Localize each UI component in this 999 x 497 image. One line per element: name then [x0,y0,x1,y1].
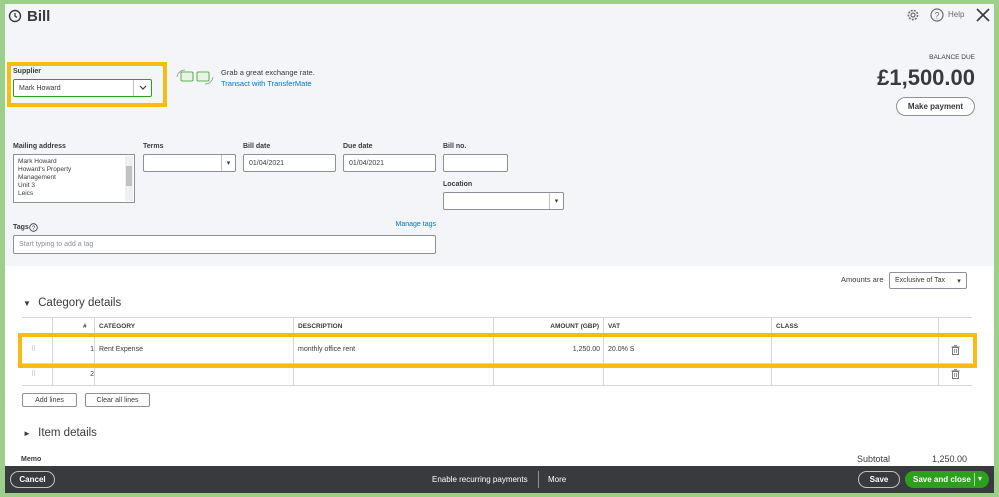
row-amount[interactable]: 1,250.00 [502,346,600,353]
collapse-icon: ▼ [23,299,31,308]
supplier-value: Mark Howard [19,84,61,92]
terms-label: Terms [143,143,164,150]
location-label: Location [443,181,473,188]
cancel-button[interactable]: Cancel [10,471,55,488]
chevron-down-icon[interactable]: ▾ [549,193,563,209]
transfermate-promo: Grab a great exchange rate. [221,68,315,77]
tags-input[interactable]: Start typing to add a tag [13,235,436,254]
save-and-close-button[interactable]: Save and close ▾ [905,471,989,488]
info-icon[interactable]: ? [29,223,38,232]
bill-date-input[interactable]: 01/04/2021 [243,154,336,172]
make-payment-button[interactable]: Make payment [896,97,975,116]
table-bottom-border [22,385,972,386]
item-details-toggle[interactable]: ► Item details [23,427,97,439]
bill-no-input[interactable] [443,154,508,172]
col-header-amount: AMOUNT (GBP) [550,323,599,330]
table-row[interactable]: ⠿ 1 Rent Expense monthly office rent 1,2… [22,337,972,363]
footer-divider [538,471,539,488]
history-icon[interactable] [8,9,22,23]
gear-icon[interactable] [906,8,920,22]
due-date-input[interactable]: 01/04/2021 [343,154,436,172]
row-category[interactable]: Rent Expense [99,346,143,353]
category-details-toggle[interactable]: ▼ Category details [23,297,121,309]
amounts-are-label: Amounts are [841,275,884,284]
row-vat[interactable]: 20.0% S [608,346,634,353]
mailing-line: Howard's Property [18,166,72,173]
drag-handle-icon[interactable]: ⠿ [31,345,36,353]
category-details-title: Category details [38,297,122,309]
location-select[interactable]: ▾ [443,192,564,210]
svg-text:?: ? [934,11,939,21]
mailing-line: Leics [18,190,34,197]
subtotal-label: Subtotal [857,454,891,464]
col-header-description: DESCRIPTION [298,323,343,330]
mailing-line: Management [18,174,56,181]
due-date-label: Due date [343,143,373,150]
footer-bar: Cancel Enable recurring payments More Sa… [5,466,994,493]
row-number: 2 [90,371,94,378]
chevron-down-icon[interactable] [133,80,151,96]
help-link[interactable]: Help [948,10,964,19]
row-description[interactable]: monthly office rent [298,346,355,353]
col-header-category: CATEGORY [99,323,136,330]
close-icon[interactable] [976,8,990,22]
row-number: 1 [90,346,94,353]
subtotal-value: 1,250.00 [931,454,967,464]
expand-icon: ► [23,429,31,438]
terms-select[interactable]: ▾ [143,154,236,172]
bill-window: Bill ? Help Supplier Mark Howard Grab a … [5,4,994,493]
table-row[interactable]: ⠿ 2 [22,364,972,385]
item-details-title: Item details [38,427,97,439]
more-button[interactable]: More [548,475,566,484]
split-divider [974,473,975,486]
page-title: Bill [27,8,51,25]
bill-date-value: 01/04/2021 [249,159,285,167]
amounts-are-select[interactable]: Exclusive of Tax ▾ [889,272,967,289]
bill-no-label: Bill no. [443,143,467,150]
tags-placeholder: Start typing to add a tag [19,241,94,248]
delete-icon[interactable] [951,345,960,355]
header-panel [5,4,994,266]
col-header-num: # [83,323,87,330]
save-and-close-label: Save and close [913,475,971,484]
col-header-vat: VAT [608,323,621,330]
drag-handle-icon[interactable]: ⠿ [31,370,36,378]
manage-tags-link[interactable]: Manage tags [365,221,436,228]
recurring-payments-button[interactable]: Enable recurring payments [432,475,528,484]
balance-due-amount: £1,500.00 [877,65,975,90]
due-date-value: 01/04/2021 [349,159,385,167]
supplier-select[interactable]: Mark Howard [13,79,152,97]
col-header-class: CLASS [776,323,799,330]
table-top-border [22,317,972,318]
mailing-address-label: Mailing address [13,143,66,150]
help-icon[interactable]: ? [930,8,944,22]
mailing-address-field[interactable]: Mark Howard Howard's Property Management… [13,154,135,203]
exchange-icon [176,69,214,85]
tags-label: Tags [13,224,29,231]
bill-date-label: Bill date [243,143,271,150]
memo-label: Memo [21,456,42,463]
mailing-line: Mark Howard [18,158,57,165]
clear-all-lines-button[interactable]: Clear all lines [85,393,150,407]
amounts-are-value: Exclusive of Tax [895,277,946,284]
mailing-line: Unit 3 [18,182,35,189]
chevron-down-icon[interactable]: ▾ [978,474,982,483]
balance-due-label: BALANCE DUE [929,54,975,61]
transfermate-link[interactable]: Transact with TransferMate [221,79,312,88]
supplier-label: Supplier [13,68,42,75]
add-lines-button[interactable]: Add lines [22,393,77,407]
mailing-scrollbar[interactable] [125,156,133,201]
chevron-down-icon[interactable]: ▾ [221,155,235,171]
delete-icon[interactable] [951,369,960,379]
chevron-down-icon[interactable]: ▾ [952,273,966,288]
save-button[interactable]: Save [858,471,900,488]
